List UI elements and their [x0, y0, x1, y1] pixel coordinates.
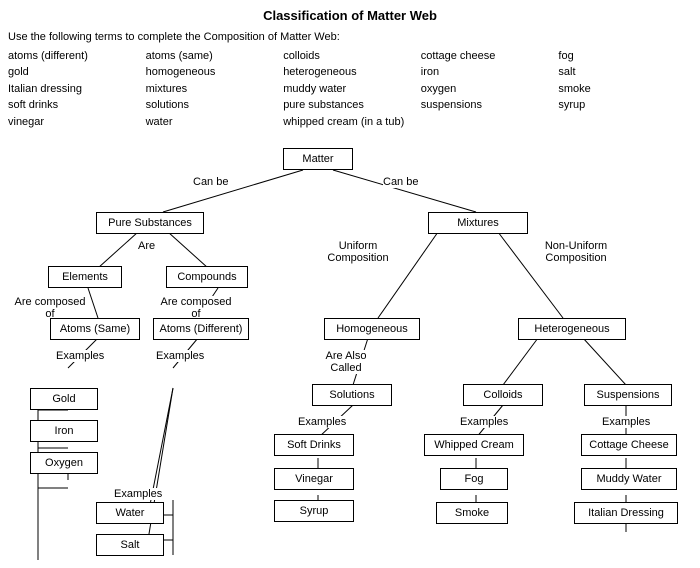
instructions: Use the following terms to complete the … [8, 29, 692, 130]
vinegar-node: Vinegar [274, 468, 354, 490]
muddy-water-node: Muddy Water [581, 468, 677, 490]
solutions-node: Solutions [312, 384, 392, 406]
non-uniform-composition-label: Non-Uniform Composition [536, 240, 616, 264]
syrup-node: Syrup [274, 500, 354, 522]
matter-node: Matter [283, 148, 353, 170]
atoms-same-node: Atoms (Same) [50, 318, 140, 340]
pure-substances-node: Pure Substances [96, 212, 204, 234]
are-composed-of-right: Are composed of [156, 296, 236, 320]
are-also-called-label: Are Also Called [316, 350, 376, 374]
atoms-different-node: Atoms (Different) [153, 318, 249, 340]
fog-node: Fog [440, 468, 508, 490]
page-title: Classification of Matter Web [8, 8, 692, 23]
oxygen-node: Oxygen [30, 452, 98, 474]
italian-dressing-node: Italian Dressing [574, 502, 678, 524]
suspensions-node: Suspensions [584, 384, 672, 406]
examples-atoms-diff: Examples [156, 350, 204, 362]
examples-solutions-label: Examples [298, 416, 346, 428]
are-label: Are [138, 240, 155, 252]
uniform-composition-label: Uniform Composition [323, 240, 393, 264]
colloids-node: Colloids [463, 384, 543, 406]
iron-node: Iron [30, 420, 98, 442]
examples-atoms-same: Examples [56, 350, 104, 362]
mixtures-node: Mixtures [428, 212, 528, 234]
cottage-cheese-node: Cottage Cheese [581, 434, 677, 456]
can-be-left-label: Can be [193, 176, 228, 188]
are-composed-of-left: Are composed of [10, 296, 90, 320]
salt-node: Salt [96, 534, 164, 556]
can-be-right-label: Can be [383, 176, 418, 188]
soft-drinks-node: Soft Drinks [274, 434, 354, 456]
examples-colloids-label: Examples [460, 416, 508, 428]
compounds-node: Compounds [166, 266, 248, 288]
diagram: Matter Can be Can be Pure Substances Mix… [8, 140, 692, 560]
examples-water-salt: Examples [114, 488, 162, 500]
gold-node: Gold [30, 388, 98, 410]
heterogeneous-node: Heterogeneous [518, 318, 626, 340]
smoke-node: Smoke [436, 502, 508, 524]
homogeneous-node: Homogeneous [324, 318, 420, 340]
water-node: Water [96, 502, 164, 524]
whipped-cream-node: Whipped Cream [424, 434, 524, 456]
examples-suspensions-label: Examples [602, 416, 650, 428]
elements-node: Elements [48, 266, 122, 288]
